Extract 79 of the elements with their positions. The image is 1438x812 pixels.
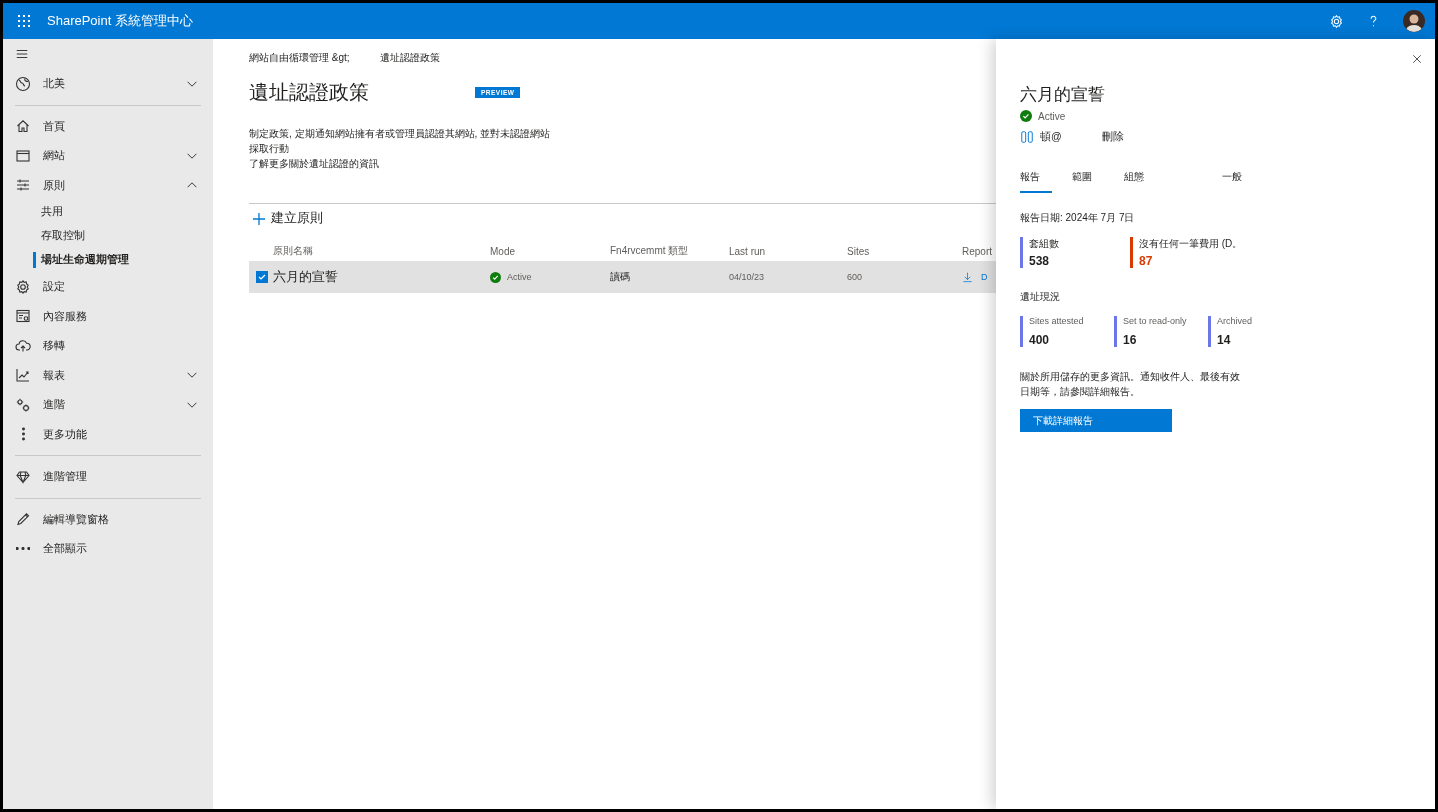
nav-item[interactable]: 網站 — [3, 141, 213, 171]
table-cell: 04/10/23 — [729, 272, 765, 282]
nav-subitem[interactable]: 共用 — [3, 200, 213, 224]
nav-item[interactable]: 原則 — [3, 170, 213, 200]
nav-item[interactable]: 內容服務 — [3, 301, 213, 331]
column-header[interactable]: Report — [962, 245, 992, 257]
check-circle-icon — [490, 271, 501, 283]
nav-subitem[interactable]: 場址生命週期管理 — [3, 248, 213, 272]
diamond-icon — [15, 468, 31, 485]
tab[interactable]: 報告 — [1020, 170, 1052, 193]
more-horizontal-icon — [16, 547, 30, 551]
metric-label: Sites attested — [1029, 316, 1085, 326]
nav-item[interactable]: 報表 — [3, 360, 213, 390]
document-gear-icon — [15, 308, 31, 325]
table-cell: 讀碼 — [610, 270, 630, 284]
column-header[interactable]: Sites — [847, 245, 870, 257]
action-button[interactable]: 頓@ — [1040, 130, 1062, 144]
gear-icon — [15, 278, 31, 295]
table-cell: 600 — [847, 272, 863, 282]
nav-item[interactable]: 首頁 — [3, 111, 213, 141]
download-link[interactable]: D — [981, 272, 988, 282]
nav-item[interactable]: 移轉 — [3, 331, 213, 361]
nav-item[interactable]: 編輯導覽窗格 — [3, 504, 213, 534]
nav-item[interactable]: 全部顯示 — [3, 534, 213, 564]
app-title: SharePoint 系統管理中心 — [47, 12, 193, 30]
app-launcher-icon[interactable] — [17, 14, 31, 28]
breadcrumb-item[interactable]: 網站自由循環管理 &gt; — [249, 51, 350, 65]
tab[interactable]: 範圍 — [1072, 170, 1104, 193]
plus-icon — [253, 212, 265, 225]
nav-subitem[interactable]: 存取控制 — [3, 224, 213, 248]
status-text: Active — [1038, 110, 1066, 122]
metric-value: 400 — [1029, 333, 1051, 347]
metric-label: Archived — [1217, 316, 1253, 326]
report-date: 報告日期: 2024年 7月 7日 — [1020, 211, 1136, 225]
metric-value: 14 — [1217, 333, 1232, 347]
metric-value: 538 — [1029, 254, 1051, 268]
policy-name[interactable]: 六月的宣誓 — [273, 268, 338, 286]
metric-value: 87 — [1139, 254, 1154, 268]
home-icon — [15, 118, 31, 135]
column-header[interactable]: Mode — [490, 245, 515, 257]
section-heading: 遺址現況 — [1020, 290, 1061, 304]
table-cell: Active — [507, 272, 532, 282]
settings-icon — [1329, 13, 1344, 29]
learn-more-link[interactable]: 了解更多關於遺址認證的資訊 — [249, 158, 379, 169]
page-description: 制定政策, 定期通知網站擁有者或管理員認證其網站, 並對未認證網站採取行動 — [249, 127, 552, 156]
tab[interactable]: 一般 — [1222, 170, 1254, 193]
metric-value: 16 — [1123, 333, 1138, 347]
columns-icon — [1020, 130, 1034, 144]
breadcrumb-item[interactable]: 遺址認證政策 — [379, 51, 440, 65]
metric-label: 沒有任何一筆費用 (D。 — [1139, 237, 1244, 251]
pencil-icon — [15, 511, 31, 528]
sliders-icon — [15, 177, 31, 194]
window-icon — [15, 147, 31, 164]
nav-item[interactable]: 設定 — [3, 272, 213, 302]
nav-item[interactable]: 更多功能 — [3, 419, 213, 449]
column-header[interactable]: Last run — [729, 245, 766, 257]
nav-item[interactable]: 進階 — [3, 390, 213, 420]
nav-item[interactable]: 北美 — [3, 69, 213, 99]
column-header[interactable]: Fn4rvcemmt 類型 — [610, 244, 689, 258]
page-title: 遺址認證政策 — [249, 80, 370, 105]
check-circle-icon — [1020, 110, 1032, 122]
menu-icon — [15, 47, 29, 61]
nav-item[interactable]: 進階管理 — [3, 462, 213, 492]
report-note: 關於所用儲存的更多資訊。通知收件人、最後有效日期等，請參閱詳細報告。 — [1020, 370, 1240, 399]
panel-title: 六月的宣誓 — [1020, 84, 1106, 106]
cloud-upload-icon — [15, 337, 31, 354]
download-icon — [962, 271, 973, 283]
column-header[interactable]: 原則名稱 — [273, 244, 313, 258]
tab[interactable]: 組態 — [1124, 170, 1156, 193]
close-icon — [1411, 53, 1423, 65]
more-vertical-icon — [21, 427, 25, 442]
download-report-button[interactable]: 下載詳細報告 — [1020, 409, 1172, 432]
create-policy-button[interactable]: 建立原則 — [253, 210, 323, 227]
row-checkbox[interactable] — [256, 271, 268, 283]
action-button[interactable]: 刪除 — [1101, 130, 1124, 144]
metric-label: 套組數 — [1029, 237, 1060, 251]
avatar[interactable] — [1403, 10, 1425, 32]
chart-icon — [15, 367, 31, 384]
metric-label: Set to read-only — [1123, 316, 1188, 326]
